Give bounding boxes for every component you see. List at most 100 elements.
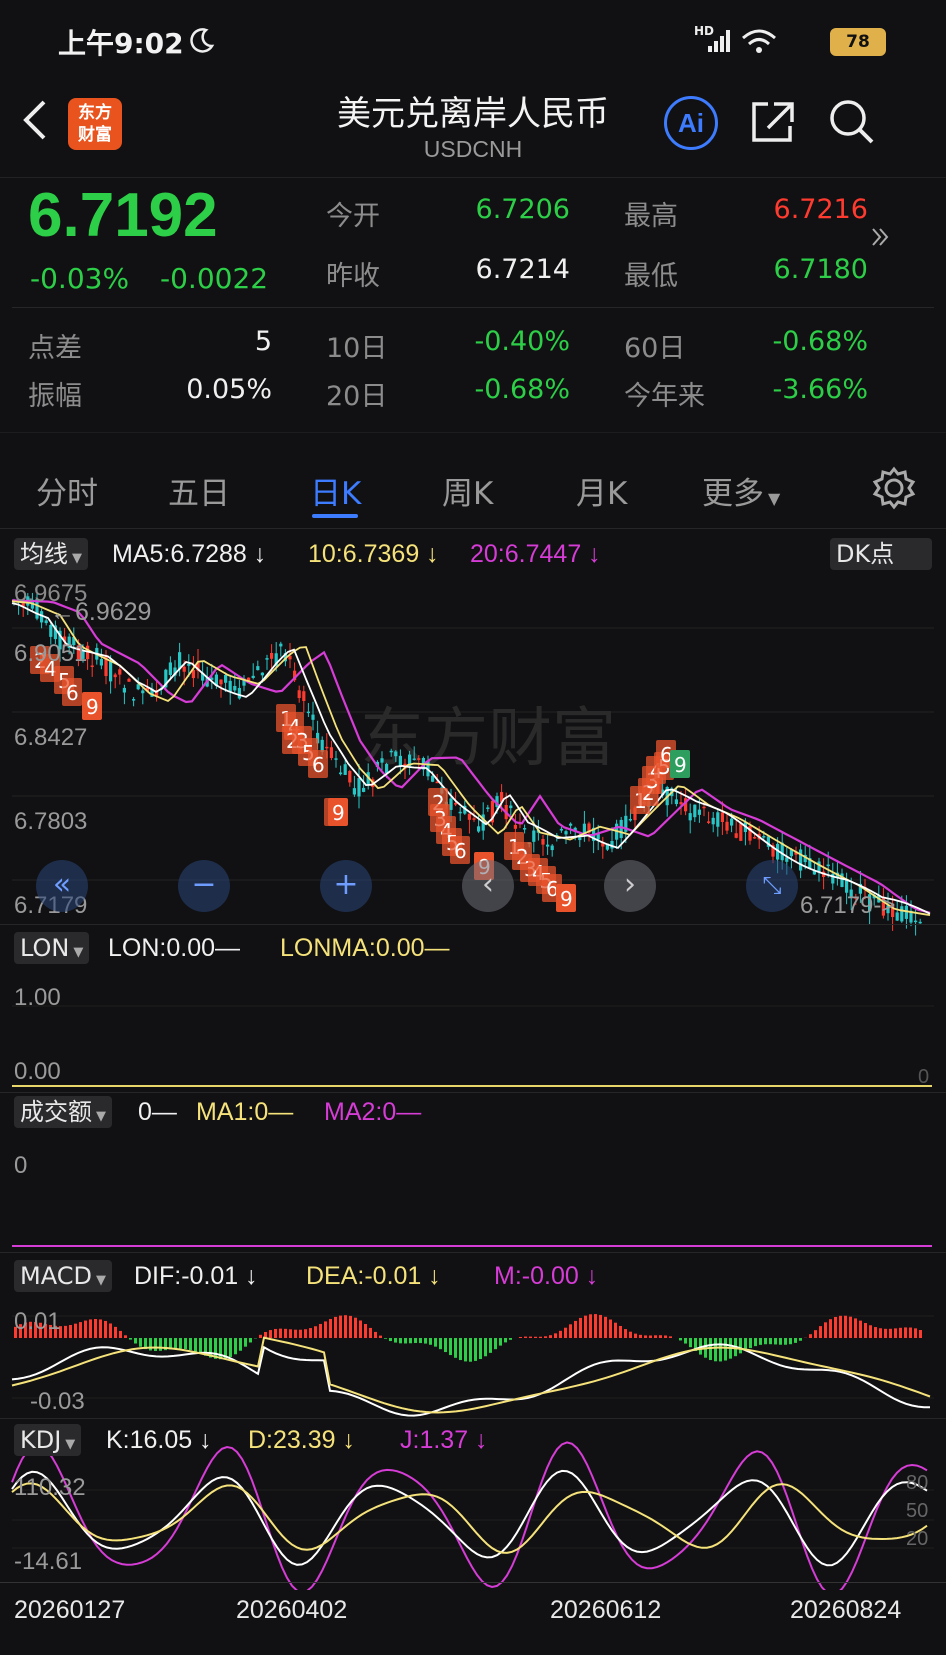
expand-chevron-icon[interactable]	[870, 226, 890, 248]
macd-bar	[539, 1336, 542, 1338]
macd-bar	[429, 1338, 432, 1345]
candle-body	[509, 805, 513, 809]
td-marker-label: 9	[86, 695, 99, 719]
tab-more-label: 更多	[702, 476, 764, 512]
macd-bar	[669, 1336, 672, 1338]
last-price: 6.7192	[28, 181, 218, 250]
candle-body	[343, 764, 347, 775]
macd-select-dropdown[interactable]: MACD ▼	[14, 1260, 112, 1292]
macd-bar	[879, 1328, 882, 1338]
candle-body	[127, 678, 131, 682]
macd-bar	[709, 1338, 712, 1361]
ma-select-dropdown[interactable]: 均线 ▼	[14, 538, 88, 570]
candle-body	[141, 690, 145, 694]
macd-bar	[484, 1338, 487, 1357]
macd-bar	[524, 1336, 527, 1338]
candle-body	[362, 787, 366, 792]
page-title: 美元兑离岸人民币	[337, 94, 609, 134]
tab-daily-k[interactable]: 日K	[310, 468, 361, 513]
candle-body	[477, 826, 481, 832]
dropdown-caret-icon: ▼	[72, 551, 82, 566]
candle-body	[486, 807, 490, 809]
candle-body	[546, 844, 550, 847]
scroll-left-fast-button[interactable]: «	[36, 860, 88, 912]
macd-bar	[554, 1333, 557, 1338]
last-price-marker: 6.7179->	[800, 892, 896, 919]
axis-price-4: 6.7803	[14, 808, 88, 835]
macd-bar	[369, 1327, 372, 1338]
macd-bar	[869, 1325, 872, 1338]
macd-bar	[174, 1338, 177, 1349]
macd-bar	[819, 1326, 822, 1338]
kdj-d-legend: D:23.39 ↓	[248, 1426, 356, 1454]
macd-bar	[194, 1338, 197, 1352]
td-marker-label: 6	[66, 681, 79, 705]
candle-body	[693, 804, 697, 818]
macd-bar	[474, 1338, 477, 1361]
search-icon[interactable]	[826, 96, 878, 148]
dropdown-caret-icon: ▼	[768, 489, 781, 508]
settings-gear-icon[interactable]	[872, 466, 916, 510]
macd-bar	[874, 1327, 877, 1338]
dk-point-button[interactable]: DK点	[830, 538, 932, 570]
amplitude-label: 振幅	[28, 381, 82, 412]
tab-more[interactable]: 更多 ▼	[702, 468, 780, 513]
candle-body	[99, 659, 103, 666]
candle-body	[44, 620, 48, 624]
macd-bar	[904, 1327, 907, 1338]
candle-body	[256, 666, 260, 671]
signal-icon	[708, 30, 730, 52]
macd-bar	[504, 1338, 507, 1343]
candle-body	[458, 811, 462, 814]
macd-bar	[284, 1328, 287, 1338]
td-marker: 9	[556, 884, 576, 912]
candle-body	[845, 879, 849, 893]
macd-bar	[229, 1338, 232, 1357]
candle-body	[233, 685, 237, 691]
tab-intraday[interactable]: 分时	[36, 468, 98, 513]
candle-body	[394, 751, 398, 757]
tab-weekly-k[interactable]: 周K	[442, 468, 493, 513]
panel-divider	[0, 1092, 946, 1093]
share-icon[interactable]	[748, 96, 798, 146]
tab-five-day[interactable]: 五日	[168, 468, 230, 513]
zoom-in-button[interactable]: +	[320, 860, 372, 912]
macd-bar	[154, 1338, 157, 1351]
macd-bar	[314, 1326, 317, 1338]
candle-body	[352, 788, 356, 795]
macd-bar	[849, 1316, 852, 1338]
candle-body	[339, 772, 343, 775]
change-percent: -0.03%	[30, 262, 130, 295]
scroll-right-button[interactable]: ›	[604, 860, 656, 912]
date-label-2: 20260402	[236, 1596, 348, 1624]
ai-assistant-button[interactable]: Ai	[664, 96, 718, 150]
lon-select-dropdown[interactable]: LON ▼	[14, 932, 90, 964]
macd-bar	[759, 1338, 762, 1345]
macd-bar	[864, 1323, 867, 1338]
macd-bar	[349, 1315, 352, 1338]
macd-bar	[629, 1331, 632, 1338]
fullscreen-button[interactable]: ⤡	[746, 860, 798, 912]
candle-body	[311, 714, 315, 720]
kdj-j-legend: J:1.37 ↓	[400, 1426, 488, 1454]
candle-body	[389, 750, 393, 753]
td-marker: 9	[328, 798, 348, 826]
kdj-axis-20: 20	[906, 1528, 929, 1550]
battery-icon: 78	[830, 28, 886, 56]
macd-bar	[534, 1336, 537, 1338]
macd-bar	[659, 1335, 662, 1338]
macd-bar	[899, 1327, 902, 1338]
scroll-left-button[interactable]: ‹	[462, 860, 514, 912]
tab-monthly-k[interactable]: 月K	[576, 468, 627, 513]
macd-bar	[914, 1328, 917, 1338]
tabs-bottom-divider	[0, 528, 946, 529]
kdj-select-dropdown[interactable]: KDJ ▼	[14, 1424, 82, 1456]
ma20-legend: 20:6.7447 ↓	[470, 540, 601, 568]
zoom-out-button[interactable]: −	[178, 860, 230, 912]
lon-axis-top: 1.00	[14, 984, 61, 1011]
macd-bar	[439, 1338, 442, 1350]
volume-select-dropdown[interactable]: 成交额 ▼	[14, 1096, 112, 1128]
macd-bar	[244, 1338, 247, 1347]
macd-bar	[79, 1322, 82, 1338]
macd-bar	[354, 1317, 357, 1338]
